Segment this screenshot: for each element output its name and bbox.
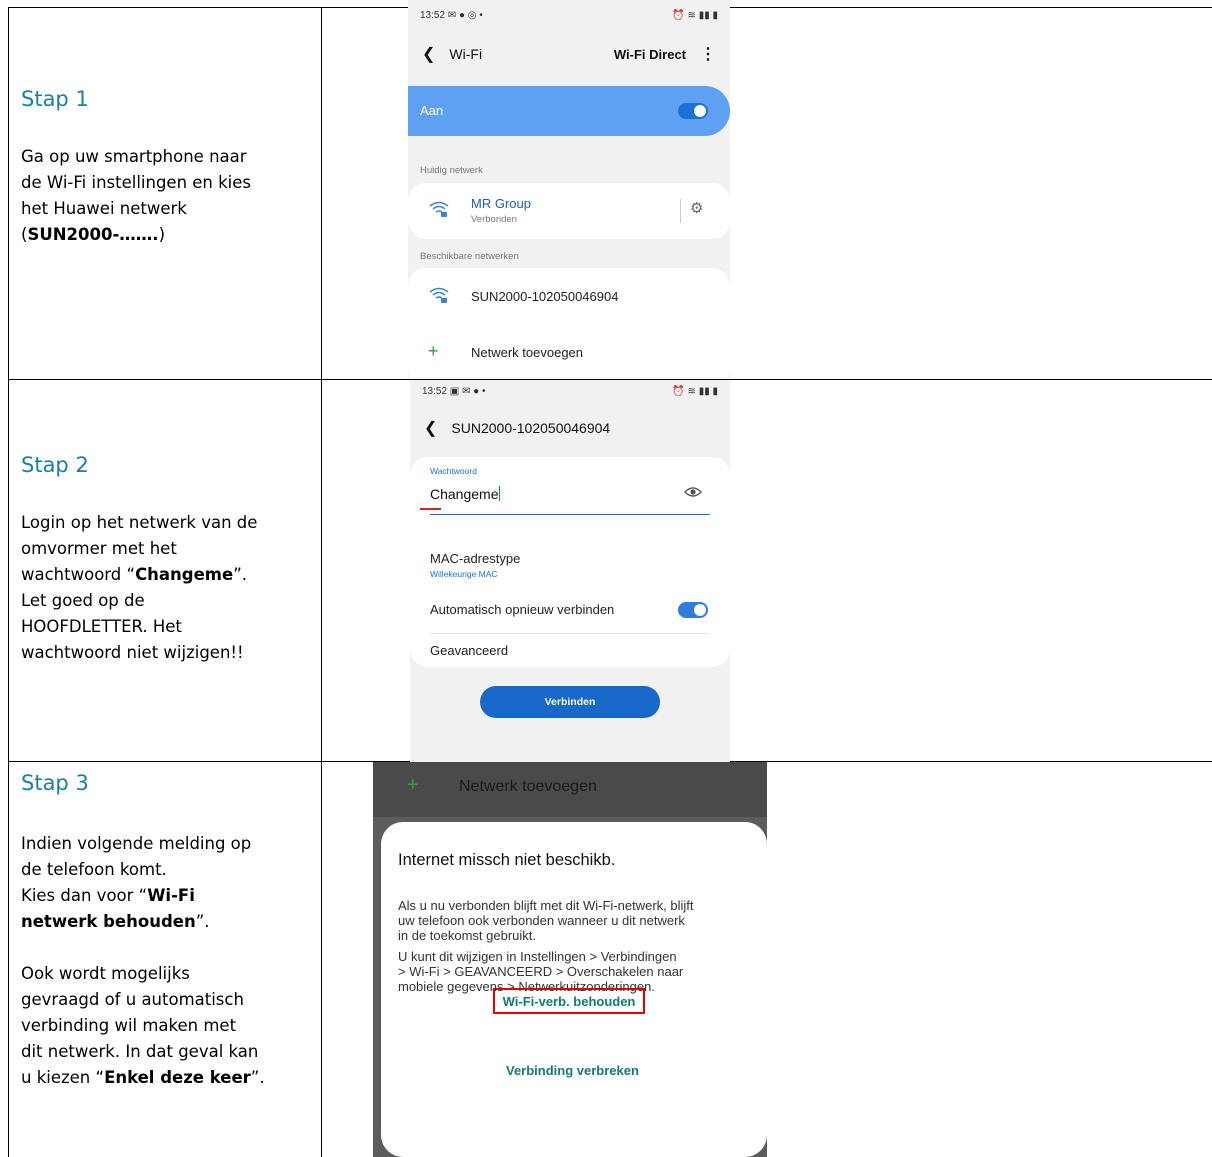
- current-network-status: Verbonden: [471, 214, 517, 225]
- step2-description: Login op het netwerk van de omvormer met…: [21, 510, 311, 666]
- keep-wifi-button[interactable]: Wi-Fi-verb. behouden: [493, 988, 645, 1014]
- step2-line5: HOOFDLETTER. Het: [21, 617, 182, 636]
- dialog-p1-line3: in de toekomst gebruikt.: [398, 928, 537, 943]
- disconnect-button[interactable]: Verbinding verbreken: [506, 1063, 639, 1078]
- network-title: SUN2000-102050046904: [451, 420, 611, 436]
- step3-line7: verbinding wil maken met: [21, 1016, 237, 1035]
- plus-icon: +: [407, 774, 419, 796]
- password-value: Changeme: [430, 486, 499, 502]
- step3-line6: gevraagd of u automatisch: [21, 990, 244, 1009]
- dialog-p1-line2: uw telefoon ook verbonden wanneer u dit …: [398, 913, 685, 928]
- internet-warning-screen: + Netwerk toevoegen Internet missch niet…: [373, 762, 767, 1157]
- status-time: 13:52 ✉ ● ◎ •: [420, 10, 483, 21]
- auto-reconnect-toggle[interactable]: [678, 602, 708, 618]
- app-bar: ❮ SUN2000-102050046904: [424, 418, 716, 438]
- gear-icon[interactable]: ⚙: [690, 199, 703, 217]
- password-underline: [430, 514, 710, 515]
- step2-line6: wachtwoord niet wijzigen!!: [21, 643, 244, 662]
- step1-line2: de Wi-Fi instellingen en kies: [21, 173, 252, 192]
- red-annotation-mark: [420, 508, 441, 510]
- advanced-option[interactable]: Geavanceerd: [430, 643, 508, 658]
- status-bar: 13:52 ✉ ● ◎ • ⏰ ≋ ▮▮ ▮: [420, 10, 718, 21]
- wifi-toggle[interactable]: [678, 103, 708, 119]
- step1-description: Ga op uw smartphone naar de Wi-Fi instel…: [21, 144, 311, 248]
- step3-description: Indien volgende melding op de telefoon k…: [21, 831, 311, 1091]
- table-border-mid: [321, 7, 322, 1157]
- warning-dialog: Internet missch niet beschikb. Als u nu …: [381, 822, 767, 1157]
- wifi-direct-button[interactable]: Wi-Fi Direct: [614, 47, 686, 62]
- status-bar: 13:52 ▣ ✉ ● • ⏰ ≋ ▮▮ ▮: [422, 386, 718, 397]
- dialog-paragraph-1: Als u nu verbonden blijft met dit Wi-Fi-…: [398, 898, 758, 943]
- connect-button[interactable]: Verbinden: [480, 686, 660, 718]
- dialog-title: Internet missch niet beschikb.: [398, 851, 616, 869]
- more-options-icon[interactable]: ⋮: [700, 44, 716, 64]
- app-bar: ❮ Wi-Fi Wi-Fi Direct ⋮: [422, 44, 716, 64]
- step3-line4-post: ”.: [195, 912, 210, 931]
- dialog-p1-line1: Als u nu verbonden blijft met dit Wi-Fi-…: [398, 898, 694, 913]
- step2-line3-post: ”.: [233, 565, 247, 584]
- plus-icon: +: [428, 341, 439, 361]
- step3-line9-post: ”.: [250, 1068, 265, 1087]
- wifi-on-label: Aan: [420, 103, 444, 118]
- current-network-label: Huidig netwerk: [420, 165, 483, 176]
- step1-line1: Ga op uw smartphone naar: [21, 147, 247, 166]
- step3-line4-bold: netwerk behouden: [21, 912, 196, 931]
- status-icons: ⏰ ≋ ▮▮ ▮: [672, 386, 718, 397]
- password-input[interactable]: Changeme: [430, 486, 500, 502]
- step2-password: Changeme: [135, 565, 234, 584]
- table-border-left: [8, 7, 9, 1157]
- step2-line4: Let goed op de: [21, 591, 145, 610]
- wifi-master-toggle-row[interactable]: Aan: [408, 86, 730, 136]
- back-chevron-icon[interactable]: ❮: [424, 418, 437, 438]
- step2-line2: omvormer met het: [21, 539, 177, 558]
- step3-line3-pre: Kies dan voor “: [21, 886, 148, 905]
- available-network-name[interactable]: SUN2000-102050046904: [471, 289, 618, 304]
- step3-line1: Indien volgende melding op: [21, 834, 252, 853]
- connection-form-card: Wachtwoord Changeme MAC-adrestype Willek…: [410, 457, 730, 667]
- eye-icon[interactable]: [684, 485, 702, 501]
- available-networks-card: SUN2000-102050046904 + Netwerk toevoegen: [408, 268, 730, 378]
- step2-line3-pre: wachtwoord “: [21, 565, 136, 584]
- password-label: Wachtwoord: [430, 466, 477, 476]
- step1-network-name: SUN2000-…….: [27, 225, 159, 244]
- back-chevron-icon[interactable]: ❮: [422, 44, 435, 64]
- wifi-password-screen: 13:52 ▣ ✉ ● • ⏰ ≋ ▮▮ ▮ ❮ SUN2000-1020500…: [410, 380, 730, 762]
- step3-line2: de telefoon komt.: [21, 860, 167, 879]
- auto-reconnect-label: Automatisch opnieuw verbinden: [430, 602, 615, 617]
- current-network-card[interactable]: MR Group Verbonden ⚙: [408, 183, 730, 239]
- step3-line5: Ook wordt mogelijks: [21, 964, 190, 983]
- step3-line3-bold: Wi-Fi: [147, 886, 195, 905]
- wifi-lock-icon: [428, 286, 450, 304]
- add-network-button[interactable]: Netwerk toevoegen: [471, 345, 583, 360]
- mac-type-label[interactable]: MAC-adrestype: [430, 551, 520, 566]
- step3-title: Stap 3: [21, 771, 89, 795]
- row-divider: [430, 633, 710, 634]
- dialog-p2-line2: > Wi-Fi > GEAVANCEERD > Overschakelen na…: [398, 964, 684, 979]
- card-separator: [680, 199, 681, 223]
- add-network-item: Netwerk toevoegen: [459, 778, 597, 795]
- current-network-name: MR Group: [471, 196, 531, 211]
- status-time: 13:52 ▣ ✉ ● •: [422, 386, 486, 397]
- app-bar-actions: Wi-Fi Direct ⋮: [614, 44, 716, 64]
- status-icons: ⏰ ≋ ▮▮ ▮: [672, 10, 718, 21]
- available-networks-label: Beschikbare netwerken: [420, 251, 519, 262]
- wifi-settings-screen: 13:52 ✉ ● ◎ • ⏰ ≋ ▮▮ ▮ ❮ Wi-Fi Wi-Fi Dir…: [408, 0, 730, 378]
- step3-line9-bold: Enkel deze keer: [104, 1068, 251, 1087]
- dialog-p2-line1: U kunt dit wijzigen in Instellingen > Ve…: [398, 949, 677, 964]
- step1-paren-close: ): [158, 225, 166, 244]
- step1-line3: het Huawei netwerk: [21, 199, 187, 218]
- step3-cell: Stap 3 Indien volgende melding op de tel…: [21, 771, 311, 1091]
- step2-line1: Login op het netwerk van de: [21, 513, 258, 532]
- step1-title: Stap 1: [21, 87, 89, 111]
- page-title: Wi-Fi: [449, 46, 483, 62]
- mac-type-value: Willekeurige MAC: [430, 569, 498, 579]
- step3-line8: dit netwerk. In dat geval kan: [21, 1042, 259, 1061]
- step2-cell: Stap 2 Login op het netwerk van de omvor…: [21, 453, 311, 666]
- wifi-lock-icon: [428, 200, 450, 218]
- step1-cell: Stap 1 Ga op uw smartphone naar de Wi-Fi…: [21, 87, 311, 248]
- step3-line9-pre: u kiezen “: [21, 1068, 105, 1087]
- step2-title: Stap 2: [21, 453, 89, 477]
- text-caret: [498, 486, 500, 501]
